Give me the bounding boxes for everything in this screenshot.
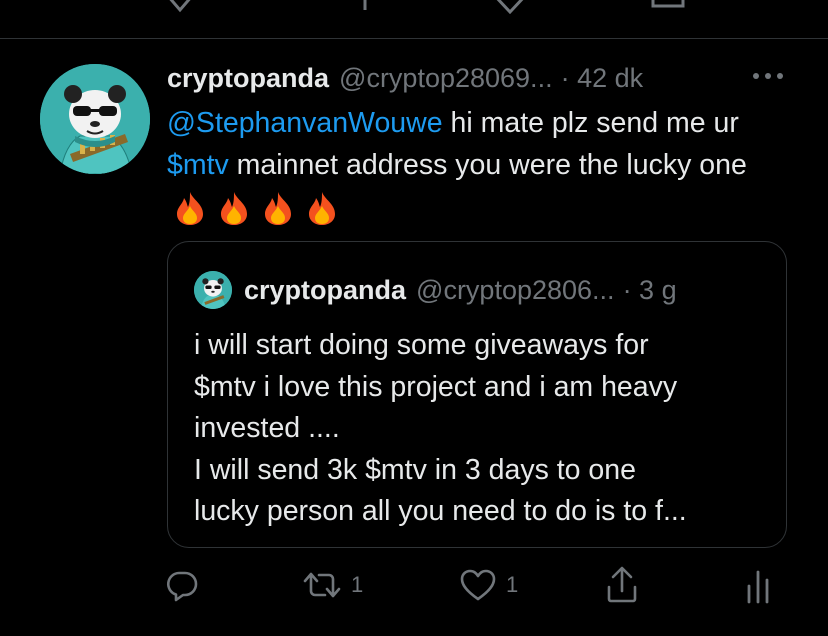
reply-icon — [167, 571, 198, 602]
panda-avatar-icon — [194, 271, 232, 309]
fire-icon — [309, 192, 335, 226]
previous-tweet-actions — [0, 0, 828, 14]
retweet-button[interactable]: 1 — [303, 563, 363, 607]
analytics-button[interactable] — [745, 563, 771, 607]
quoted-tweet[interactable]: cryptopanda @cryptop2806... · 3 g i will… — [167, 241, 787, 548]
tweet-actions: 1 1 — [0, 563, 828, 609]
fire-icon — [177, 192, 203, 226]
tweet-text-part1: hi mate plz send me ur — [442, 107, 739, 139]
tweet-timestamp[interactable]: · 42 dk — [561, 63, 644, 94]
more-options-button[interactable] — [748, 64, 788, 88]
fire-icon — [221, 192, 247, 226]
share-button[interactable] — [606, 563, 638, 607]
quoted-tweet-header: cryptopanda @cryptop2806... · 3 g — [244, 270, 677, 310]
quoted-display-name: cryptopanda — [244, 274, 407, 305]
quoted-text-line: lucky person all you need to do is to f.… — [194, 495, 687, 527]
like-button[interactable]: 1 — [460, 563, 518, 607]
quoted-tweet-text: i will start doing some giveaways for $m… — [194, 325, 774, 533]
retweet-icon — [303, 572, 341, 598]
tweet-text-part2: mainnet address you were the lucky one — [228, 149, 747, 181]
fire-emojis — [173, 190, 339, 226]
quoted-user-handle: @cryptop2806... — [416, 274, 615, 305]
analytics-icon — [747, 570, 769, 604]
tweet-header: cryptopanda @cryptop28069... · 42 dk — [167, 58, 643, 98]
tweet-divider — [0, 38, 828, 39]
quoted-text-line: i will start doing some giveaways for — [194, 329, 649, 361]
like-count: 1 — [506, 572, 519, 597]
display-name[interactable]: cryptopanda — [167, 63, 329, 94]
heart-icon — [460, 569, 496, 601]
fire-icon — [265, 192, 291, 226]
quoted-avatar[interactable] — [194, 271, 232, 309]
quoted-text-line: I will send 3k $mtv in 3 days to one — [194, 453, 636, 486]
quoted-text-line: invested .... — [194, 412, 340, 444]
mention-link[interactable]: @StephanvanWouwe — [167, 107, 443, 139]
tweet-text: @StephanvanWouwe hi mate plz send me ur … — [167, 102, 787, 228]
retweet-count: 1 — [351, 572, 364, 597]
user-handle[interactable]: @cryptop28069... — [339, 63, 553, 94]
panda-avatar-icon — [40, 64, 150, 174]
quoted-text-line: $mtv i love this project and i am heavy — [194, 370, 678, 403]
more-icon — [753, 73, 783, 79]
cashtag-link[interactable]: $mtv — [167, 149, 229, 181]
quoted-timestamp: · 3 g — [622, 274, 677, 305]
share-icon — [607, 566, 637, 603]
previous-actions-icons — [169, 0, 685, 14]
avatar[interactable] — [40, 64, 150, 174]
reply-button[interactable] — [165, 563, 199, 607]
